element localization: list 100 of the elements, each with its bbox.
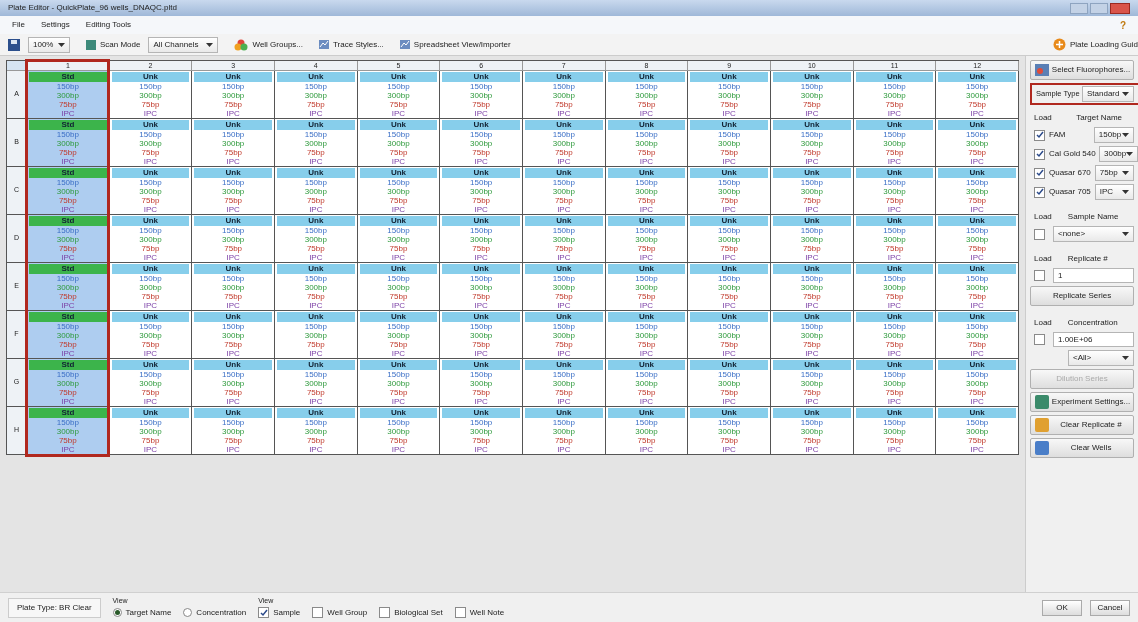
plate-well[interactable]: Unk 150bp 300bp 75bp IPC bbox=[357, 407, 441, 455]
plate-well[interactable]: Std 150bp 300bp 75bp IPC bbox=[27, 119, 110, 167]
target-dropdown[interactable]: 150bp bbox=[1093, 127, 1134, 143]
plate-well[interactable]: Unk 150bp 300bp 75bp IPC bbox=[357, 119, 441, 167]
checkbox[interactable] bbox=[1034, 129, 1045, 141]
target-dropdown[interactable]: IPC bbox=[1094, 184, 1134, 200]
grid-corner[interactable] bbox=[7, 61, 27, 71]
plate-well[interactable]: Unk 150bp 300bp 75bp IPC bbox=[853, 359, 937, 407]
scan-mode-button[interactable]: Scan Mode bbox=[86, 38, 141, 51]
checkbox[interactable] bbox=[1034, 186, 1045, 198]
plate-well[interactable]: Unk 150bp 300bp 75bp IPC bbox=[853, 311, 937, 359]
plate-well[interactable]: Unk 150bp 300bp 75bp IPC bbox=[275, 215, 358, 263]
plate-well[interactable]: Unk 150bp 300bp 75bp IPC bbox=[605, 215, 689, 263]
plate-well[interactable]: Unk 150bp 300bp 75bp IPC bbox=[275, 167, 358, 215]
plate-well[interactable]: Unk 150bp 300bp 75bp IPC bbox=[688, 71, 771, 119]
plate-well[interactable]: Unk 150bp 300bp 75bp IPC bbox=[109, 167, 193, 215]
plate-well[interactable]: Unk 150bp 300bp 75bp IPC bbox=[688, 263, 771, 311]
plate-well[interactable]: Unk 150bp 300bp 75bp IPC bbox=[357, 215, 441, 263]
toolbar-button[interactable]: Trace Styles... bbox=[319, 38, 384, 51]
plate-well[interactable]: Unk 150bp 300bp 75bp IPC bbox=[275, 359, 358, 407]
ok-button[interactable]: OK bbox=[1042, 599, 1082, 616]
plate-well[interactable]: Unk 150bp 300bp 75bp IPC bbox=[440, 215, 523, 263]
input-field[interactable]: 1.00E+06 bbox=[1053, 332, 1134, 347]
plate-well[interactable]: Unk 150bp 300bp 75bp IPC bbox=[605, 263, 689, 311]
toolbar-button[interactable]: Spreadsheet View/Importer bbox=[399, 38, 511, 51]
plate-well[interactable]: Unk 150bp 300bp 75bp IPC bbox=[936, 359, 1019, 407]
sample-type-dropdown[interactable]: Standard bbox=[1082, 86, 1134, 102]
plate-well[interactable]: Unk 150bp 300bp 75bp IPC bbox=[357, 263, 441, 311]
plate-well[interactable]: Unk 150bp 300bp 75bp IPC bbox=[688, 407, 771, 455]
plate-well[interactable]: Unk 150bp 300bp 75bp IPC bbox=[109, 263, 193, 311]
plate-well[interactable]: Unk 150bp 300bp 75bp IPC bbox=[853, 407, 937, 455]
plate-well[interactable]: Unk 150bp 300bp 75bp IPC bbox=[523, 71, 606, 119]
plate-well[interactable]: Unk 150bp 300bp 75bp IPC bbox=[357, 167, 441, 215]
plate-well[interactable]: Unk 150bp 300bp 75bp IPC bbox=[853, 215, 937, 263]
plate-well[interactable]: Unk 150bp 300bp 75bp IPC bbox=[109, 119, 193, 167]
plate-well[interactable]: Unk 150bp 300bp 75bp IPC bbox=[688, 311, 771, 359]
plate-well[interactable]: Unk 150bp 300bp 75bp IPC bbox=[357, 359, 441, 407]
plate-well[interactable]: Unk 150bp 300bp 75bp IPC bbox=[771, 215, 854, 263]
plate-well[interactable]: Unk 150bp 300bp 75bp IPC bbox=[109, 359, 193, 407]
plate-well[interactable]: Unk 150bp 300bp 75bp IPC bbox=[357, 311, 441, 359]
plate-well[interactable]: Unk 150bp 300bp 75bp IPC bbox=[440, 407, 523, 455]
plate-well[interactable]: Unk 150bp 300bp 75bp IPC bbox=[605, 359, 689, 407]
checkbox[interactable] bbox=[1034, 228, 1045, 240]
plate-well[interactable]: Unk 150bp 300bp 75bp IPC bbox=[605, 167, 689, 215]
plate-well[interactable]: Unk 150bp 300bp 75bp IPC bbox=[936, 263, 1019, 311]
target-dropdown[interactable]: 300bp bbox=[1099, 146, 1138, 162]
checkbox[interactable] bbox=[258, 607, 270, 619]
plate-well[interactable]: Unk 150bp 300bp 75bp IPC bbox=[440, 119, 523, 167]
plate-well[interactable]: Unk 150bp 300bp 75bp IPC bbox=[605, 407, 689, 455]
plate-well[interactable]: Unk 150bp 300bp 75bp IPC bbox=[192, 167, 275, 215]
plate-well[interactable]: Unk 150bp 300bp 75bp IPC bbox=[192, 359, 275, 407]
menu-item[interactable]: Editing Tools bbox=[85, 19, 131, 31]
target-dropdown[interactable]: 75bp bbox=[1094, 165, 1134, 181]
plate-well[interactable]: Unk 150bp 300bp 75bp IPC bbox=[688, 359, 771, 407]
plate-well[interactable]: Unk 150bp 300bp 75bp IPC bbox=[853, 119, 937, 167]
plate-well[interactable]: Unk 150bp 300bp 75bp IPC bbox=[440, 71, 523, 119]
select-fluorophores-button[interactable]: Select Fluorophores... bbox=[1030, 60, 1134, 80]
plate-well[interactable]: Std 150bp 300bp 75bp IPC bbox=[27, 359, 110, 407]
plate-well[interactable]: Unk 150bp 300bp 75bp IPC bbox=[771, 167, 854, 215]
menu-item[interactable]: File bbox=[12, 19, 25, 31]
checkbox[interactable] bbox=[1034, 270, 1045, 281]
plate-well[interactable]: Unk 150bp 300bp 75bp IPC bbox=[771, 71, 854, 119]
plate-well[interactable]: Unk 150bp 300bp 75bp IPC bbox=[688, 167, 771, 215]
menu-item[interactable]: Settings bbox=[40, 19, 70, 31]
plate-well[interactable]: Unk 150bp 300bp 75bp IPC bbox=[523, 407, 606, 455]
scan-mode-dropdown[interactable]: All Channels bbox=[148, 36, 219, 53]
plate-well[interactable]: Std 150bp 300bp 75bp IPC bbox=[27, 263, 110, 311]
plate-well[interactable]: Unk 150bp 300bp 75bp IPC bbox=[109, 71, 193, 119]
checkbox[interactable] bbox=[454, 607, 466, 619]
plate-well[interactable]: Unk 150bp 300bp 75bp IPC bbox=[771, 359, 854, 407]
plate-well[interactable]: Unk 150bp 300bp 75bp IPC bbox=[192, 215, 275, 263]
plate-well[interactable]: Unk 150bp 300bp 75bp IPC bbox=[523, 359, 606, 407]
plate-well[interactable]: Std 150bp 300bp 75bp IPC bbox=[27, 167, 110, 215]
toolbar-button[interactable]: Well Groups... bbox=[234, 38, 303, 51]
plate-well[interactable]: Unk 150bp 300bp 75bp IPC bbox=[771, 407, 854, 455]
replicate-series-button[interactable]: Replicate Series bbox=[1030, 286, 1134, 306]
radio-button[interactable] bbox=[112, 608, 122, 618]
plate-well[interactable]: Unk 150bp 300bp 75bp IPC bbox=[936, 311, 1019, 359]
plate-well[interactable]: Std 150bp 300bp 75bp IPC bbox=[27, 407, 110, 455]
plate-well[interactable]: Unk 150bp 300bp 75bp IPC bbox=[605, 71, 689, 119]
plate-well[interactable]: Unk 150bp 300bp 75bp IPC bbox=[853, 263, 937, 311]
action-button[interactable]: Experiment Settings... bbox=[1030, 392, 1134, 412]
plate-well[interactable]: Unk 150bp 300bp 75bp IPC bbox=[109, 311, 193, 359]
checkbox[interactable] bbox=[1034, 148, 1045, 160]
plate-well[interactable]: Unk 150bp 300bp 75bp IPC bbox=[275, 263, 358, 311]
save-icon[interactable] bbox=[8, 38, 20, 51]
plate-well[interactable]: Unk 150bp 300bp 75bp IPC bbox=[523, 119, 606, 167]
action-button[interactable]: Clear Wells bbox=[1030, 438, 1134, 458]
plate-well[interactable]: Unk 150bp 300bp 75bp IPC bbox=[853, 71, 937, 119]
plate-well[interactable]: Unk 150bp 300bp 75bp IPC bbox=[357, 71, 441, 119]
plate-well[interactable]: Unk 150bp 300bp 75bp IPC bbox=[440, 167, 523, 215]
plate-well[interactable]: Unk 150bp 300bp 75bp IPC bbox=[853, 167, 937, 215]
plate-well[interactable]: Unk 150bp 300bp 75bp IPC bbox=[440, 359, 523, 407]
plate-well[interactable]: Unk 150bp 300bp 75bp IPC bbox=[192, 311, 275, 359]
plate-well[interactable]: Unk 150bp 300bp 75bp IPC bbox=[109, 407, 193, 455]
unit-dropdown[interactable]: <All> bbox=[1068, 350, 1134, 366]
plate-well[interactable]: Unk 150bp 300bp 75bp IPC bbox=[771, 263, 854, 311]
close-icon[interactable] bbox=[1110, 2, 1130, 14]
plate-well[interactable]: Unk 150bp 300bp 75bp IPC bbox=[523, 263, 606, 311]
plate-well[interactable]: Unk 150bp 300bp 75bp IPC bbox=[440, 311, 523, 359]
